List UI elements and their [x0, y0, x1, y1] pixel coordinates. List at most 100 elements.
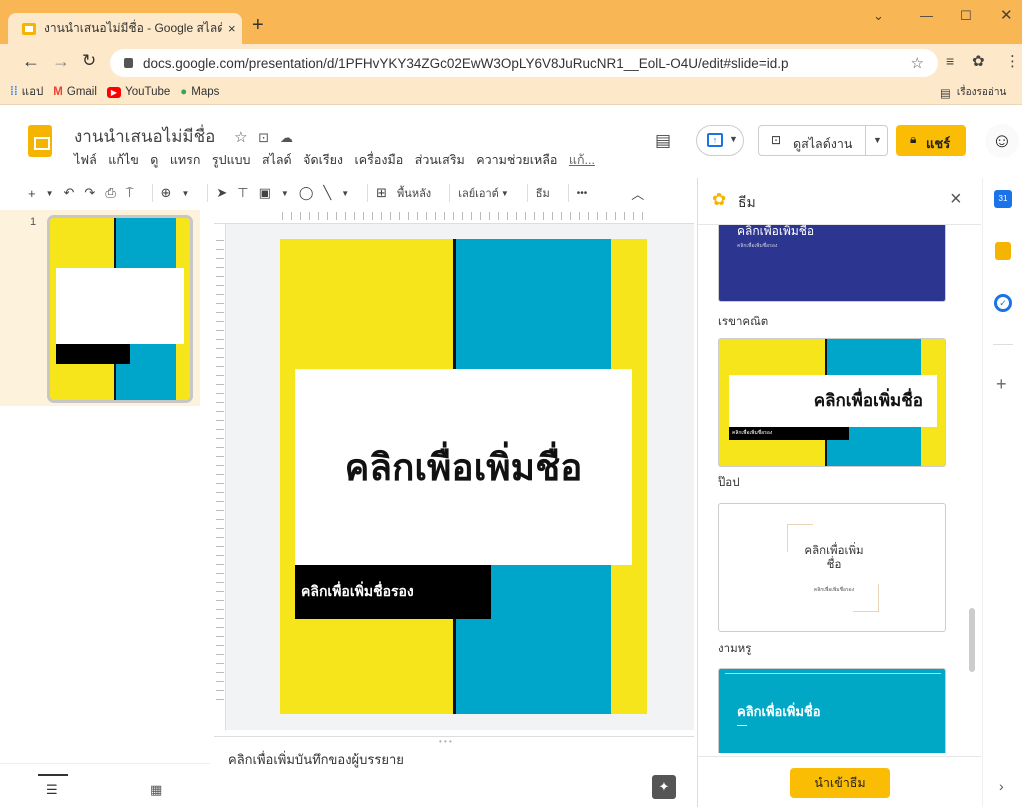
minimize-button[interactable]: — [920, 8, 933, 23]
menu-slide[interactable]: สไลด์ [262, 153, 292, 167]
divider [993, 344, 1013, 345]
menu-view[interactable]: ดู [150, 153, 158, 167]
browser-menu-icon[interactable]: ⋮ [1005, 52, 1020, 70]
present-options-button[interactable]: ↑ ▼ [696, 125, 744, 156]
menu-file[interactable]: ไฟล์ [74, 153, 97, 167]
filmstrip-view-icon[interactable]: ☰ [46, 782, 58, 798]
menu-insert[interactable]: แทรก [170, 153, 201, 167]
theme-card-pop[interactable]: คลิกเพื่อเพิ่ม ชื่อ คลิกเพื่อเพิ่มชื่อรอ… [718, 503, 946, 632]
image-icon[interactable]: ▣ [259, 185, 271, 201]
menu-help[interactable]: ความช่วยเหลือ [476, 153, 557, 167]
text-box-icon[interactable]: ⊤ [237, 185, 248, 201]
layout-button[interactable]: เลย์เอาต์ [458, 184, 499, 202]
forward-icon[interactable]: → [52, 51, 70, 72]
theme-card-geometric[interactable]: คลิกเพื่อเพิ่มชื่อ คลิกเพื่อเพิ่มชื่อรอง [718, 338, 946, 467]
youtube-label: YouTube [125, 86, 171, 98]
notes-resize-handle[interactable]: • • • [439, 737, 452, 746]
slides-logo-icon[interactable] [28, 125, 52, 157]
menu-tools[interactable]: เครื่องมือ [355, 153, 404, 167]
slideshow-dropdown-icon[interactable]: ▼ [873, 135, 882, 145]
keep-icon[interactable] [995, 242, 1011, 260]
more-tools-button[interactable]: ••• [577, 188, 588, 199]
theme-button[interactable]: ธีม [536, 184, 550, 202]
tab-title: งานนำเสนอไม่มีชื่อ - Google สไลด์ [44, 21, 222, 35]
account-avatar[interactable]: ☺ [985, 124, 1019, 158]
menu-arrange[interactable]: จัดเรียง [303, 153, 343, 167]
tab-close-button[interactable]: × [228, 21, 236, 36]
zoom-icon[interactable]: ⊕ [161, 185, 172, 201]
maps-bookmark[interactable]: ● Maps [180, 86, 219, 98]
divider [865, 126, 866, 155]
slideshow-button[interactable]: ⊡ ดูสไลด์งาน ▼ [758, 125, 888, 156]
add-addon-icon[interactable]: + [996, 374, 1007, 395]
omnibox[interactable]: docs.google.com/presentation/d/1PFHvYKY3… [110, 49, 938, 77]
slide[interactable]: คลิกเพื่อเพิ่มชื่อ คลิกเพื่อเพิ่มชื่อรอง [280, 239, 647, 714]
side-apps-rail: 31 ✓ + › [982, 178, 1022, 807]
menu-addons[interactable]: ส่วนเสริม [415, 153, 465, 167]
calendar-icon[interactable]: 31 [994, 190, 1012, 208]
thumb-title-box [56, 268, 184, 344]
reading-list-label: เรื่องรออ่าน [956, 87, 1007, 98]
reading-mode-icon[interactable]: ≡ [946, 53, 954, 69]
theme-preview-rule [725, 673, 941, 674]
tab-search-icon[interactable]: ⌄ [873, 8, 884, 24]
line-dropdown-icon[interactable]: ▼ [341, 189, 349, 198]
grid-view-icon[interactable]: ▦ [150, 782, 162, 798]
bookmark-star-icon[interactable]: ☆ [911, 54, 924, 72]
browser-tab[interactable]: งานนำเสนอไม่มีชื่อ - Google สไลด์ × [8, 13, 242, 44]
move-folder-icon[interactable]: ⊡ [258, 130, 269, 145]
undo-icon[interactable]: ↶ [64, 185, 75, 201]
comment-add-icon[interactable]: ⊞ [376, 185, 387, 201]
select-cursor-icon[interactable]: ➤ [216, 185, 227, 201]
close-window-button[interactable]: ✕ [1000, 6, 1013, 24]
collapse-menus-icon[interactable]: ︿ [631, 184, 644, 203]
reload-icon[interactable]: ↻ [82, 51, 96, 71]
notes-placeholder: คลิกเพื่อเพิ่มบันทึกของผู้บรรยาย [228, 752, 404, 767]
new-slide-icon[interactable]: + [28, 186, 36, 201]
themes-scrollbar[interactable] [969, 608, 975, 672]
zoom-dropdown-icon[interactable]: ▼ [181, 189, 189, 198]
image-dropdown-icon[interactable]: ▼ [281, 189, 289, 198]
import-theme-button[interactable]: นำเข้าธีม [790, 768, 890, 798]
url-text: docs.google.com/presentation/d/1PFHvYKY3… [143, 55, 789, 71]
youtube-bookmark[interactable]: ▶ YouTube [106, 86, 171, 98]
cloud-status-icon: ☁ [279, 130, 293, 145]
gmail-bookmark[interactable]: M Gmail [53, 86, 97, 98]
background-button[interactable]: พื้นหลัง [397, 184, 431, 202]
menu-last-edit[interactable]: แก้... [569, 153, 595, 167]
slide-subtitle-box[interactable]: คลิกเพื่อเพิ่มชื่อรอง [295, 565, 491, 619]
expand-rail-icon[interactable]: › [999, 778, 1004, 794]
back-icon[interactable]: ← [22, 51, 40, 72]
paint-format-icon[interactable]: ⍑ [126, 185, 134, 201]
share-button[interactable]: 🔒︎ แชร์ [896, 125, 966, 156]
menu-edit[interactable]: แก้ไข [108, 153, 138, 167]
youtube-icon: ▶ [106, 86, 122, 98]
redo-icon[interactable]: ↷ [84, 185, 95, 201]
apps-bookmark[interactable]: ⁞⁞ แอป [10, 83, 43, 101]
extension-icon[interactable]: ✿ [972, 52, 985, 70]
new-slide-dropdown-icon[interactable]: ▼ [46, 189, 54, 198]
new-tab-button[interactable]: + [252, 14, 264, 37]
line-icon[interactable]: ╲ [323, 185, 331, 201]
speaker-notes[interactable]: • • • คลิกเพื่อเพิ่มบันทึกของผู้บรรยาย [214, 736, 694, 807]
menu-format[interactable]: รูปแบบ [212, 153, 251, 167]
themes-panel-footer: นำเข้าธีม [698, 756, 981, 807]
explore-icon[interactable]: ✦ [652, 775, 676, 799]
document-title[interactable]: งานนำเสนอไม่มีชื่อ ☆ ⊡ ☁ [74, 123, 293, 150]
apps-label: แอป [21, 86, 44, 98]
theme-preview-title: คลิกเพื่อเพิ่มชื่อ [729, 375, 937, 427]
reading-list-button[interactable]: ▤ เรื่องรออ่าน [940, 85, 1006, 100]
maximize-button[interactable]: ☐ [960, 8, 972, 24]
slide-thumbnail[interactable] [47, 215, 193, 403]
print-icon[interactable]: ⎙ [105, 185, 115, 201]
comments-icon[interactable]: ▤ [655, 131, 671, 151]
tasks-icon[interactable]: ✓ [994, 294, 1012, 312]
shape-icon[interactable]: ◯ [299, 185, 314, 201]
close-panel-button[interactable]: × [950, 188, 962, 211]
slide-title-box[interactable]: คลิกเพื่อเพิ่มชื่อ [295, 369, 632, 565]
theme-card-simple-dark[interactable]: คลิกเพื่อเพิ่มชื่อ คลิกเพื่อเพิ่มชื่อรอง [718, 225, 946, 302]
slide-number: 1 [30, 216, 37, 228]
star-icon[interactable]: ☆ [234, 129, 247, 146]
theme-card-luxe[interactable]: คลิกเพื่อเพิ่มชื่อ [718, 668, 946, 753]
layout-dropdown-icon[interactable]: ▼ [501, 189, 509, 198]
